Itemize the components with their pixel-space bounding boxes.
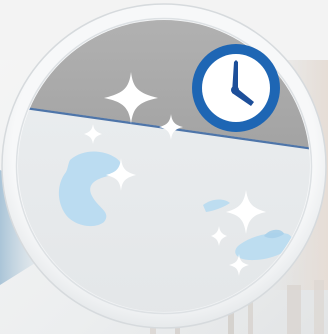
clock-icon [192, 44, 280, 132]
clean-floor-badge [1, 3, 327, 329]
